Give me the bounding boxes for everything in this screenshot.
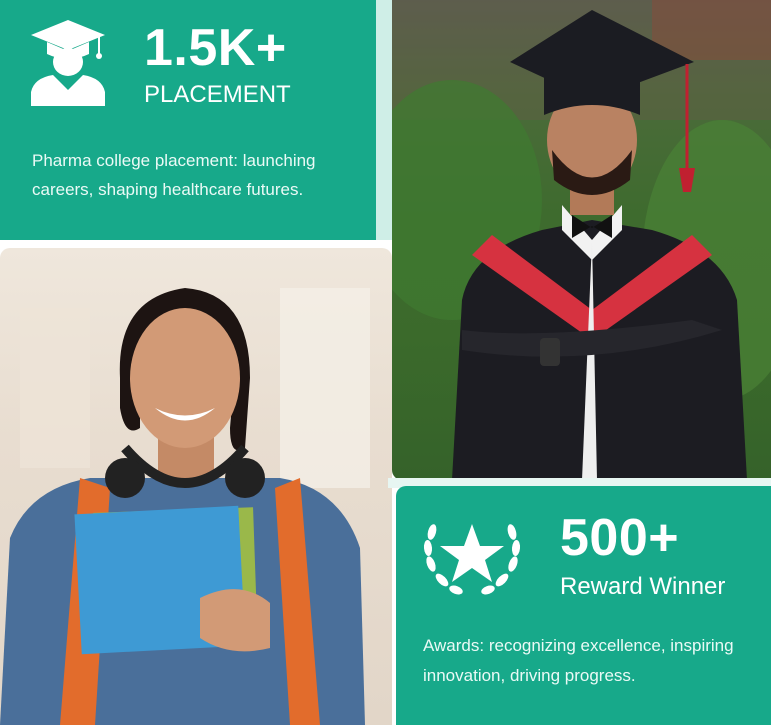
laurel-star-icon (423, 524, 521, 595)
placement-count: 1.5K+ (144, 19, 287, 77)
graduate-icon (31, 20, 105, 106)
graduate-man-photo (392, 0, 771, 480)
reward-count: 500+ (560, 509, 680, 567)
student-woman-photo (0, 248, 392, 725)
placement-label: PLACEMENT (144, 81, 291, 108)
card-edge-accent (376, 0, 392, 240)
placement-description-line2: careers, shaping healthcare futures. (32, 180, 304, 199)
student-woman-illustration (0, 288, 370, 725)
reward-description-line2: innovation, driving progress. (423, 666, 636, 685)
graduate-man-illustration (392, 0, 771, 480)
reward-card: 500+ Reward Winner Awards: recognizing e… (396, 486, 771, 725)
reward-label: Reward Winner (560, 573, 726, 600)
reward-description-line1: Awards: recognizing excellence, inspirin… (423, 636, 734, 655)
placement-card: 1.5K+ PLACEMENT Pharma college placement… (0, 0, 376, 240)
placement-description-line1: Pharma college placement: launching (32, 151, 316, 170)
